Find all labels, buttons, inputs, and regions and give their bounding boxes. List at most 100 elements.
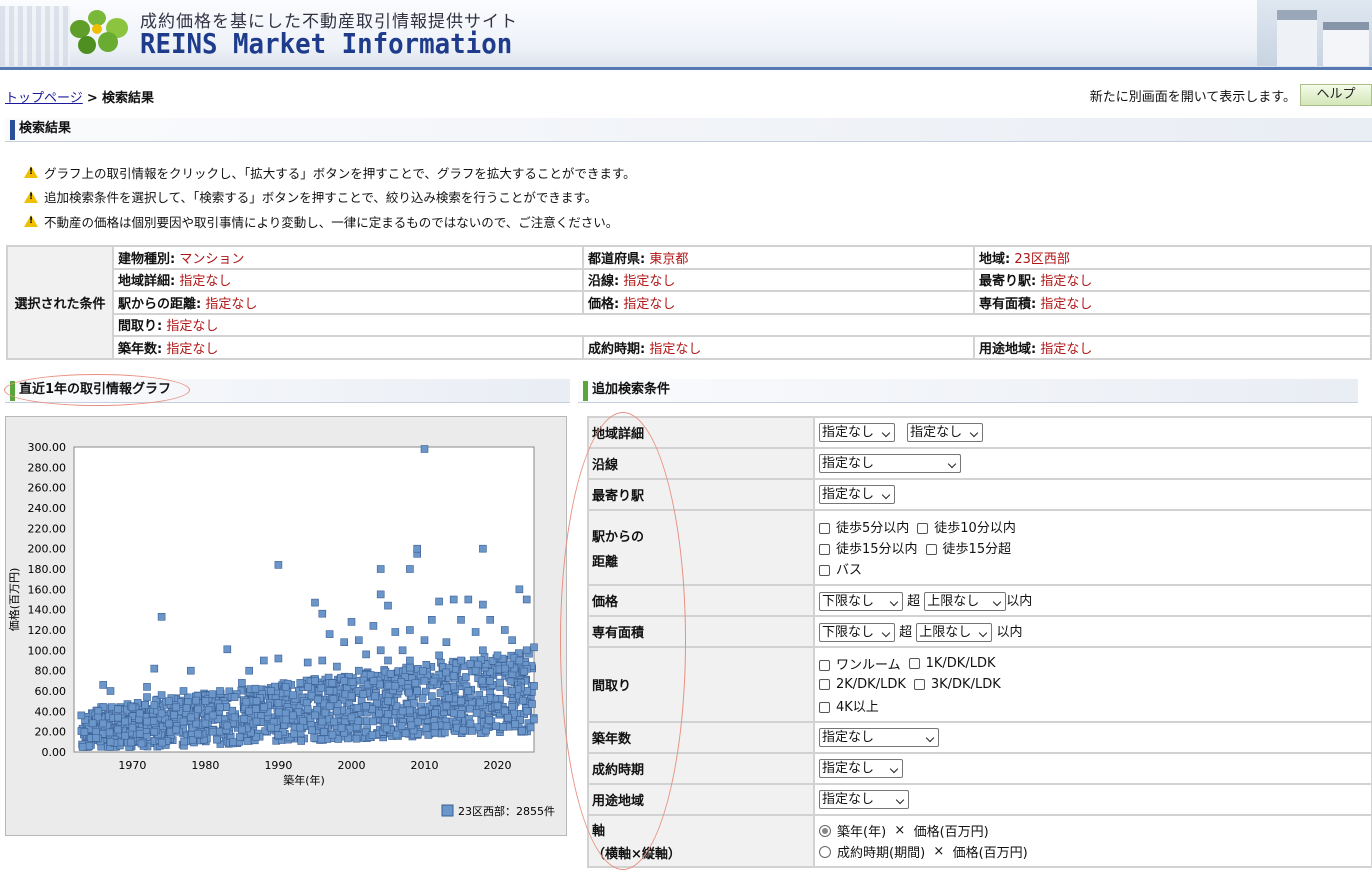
- scatter-point: [252, 697, 261, 706]
- distance-15min-checkbox[interactable]: [819, 544, 830, 555]
- section-header-results: 検索結果: [5, 118, 1372, 142]
- price-upper-select[interactable]: 上限なし: [924, 592, 1007, 611]
- scatter-point: [376, 565, 385, 573]
- age-select[interactable]: 指定なし: [819, 728, 939, 747]
- scatter-point: [325, 687, 334, 695]
- scatter-point: [128, 723, 137, 732]
- site-brand-title[interactable]: REINS Market Information: [140, 27, 512, 60]
- x-tick-label: 1980: [191, 759, 219, 772]
- scatter-chart[interactable]: 0.00 20.00 40.00 60.00 80.00 100.00 120.00 140.…: [6, 417, 568, 837]
- scatter-point: [187, 666, 195, 675]
- layout-2k-checkbox[interactable]: [819, 679, 830, 690]
- scatter-point: [194, 729, 202, 738]
- scatter-point: [320, 728, 328, 736]
- y-tick-label: 40.00: [35, 705, 67, 718]
- scatter-point: [243, 737, 252, 745]
- scatter-point: [504, 713, 512, 722]
- scatter-chart-panel[interactable]: 0.00 20.00 40.00 60.00 80.00 100.00 120.00 140.…: [5, 416, 567, 836]
- scatter-point: [492, 722, 501, 731]
- scatter-point: [85, 742, 94, 750]
- section-title-graph: 直近1年の取引情報グラフ: [19, 382, 172, 397]
- scatter-point: [427, 616, 436, 624]
- scatter-point: [128, 703, 137, 712]
- distance-10min-checkbox[interactable]: [917, 523, 929, 534]
- layout-3k-checkbox[interactable]: [913, 679, 925, 690]
- scatter-point: [464, 595, 473, 604]
- axis-period-price-radio[interactable]: [819, 845, 831, 858]
- reins-logo-icon[interactable]: [70, 10, 132, 56]
- station-select[interactable]: 指定なし: [819, 485, 895, 504]
- distance-5min-checkbox[interactable]: [819, 523, 830, 534]
- contract-period-select[interactable]: 指定なし: [819, 759, 903, 778]
- line-select[interactable]: 指定なし: [819, 454, 961, 473]
- scatter-point: [369, 676, 378, 685]
- scatter-point: [150, 664, 159, 673]
- scatter-point: [368, 731, 377, 739]
- axis-age-price-radio[interactable]: [819, 824, 831, 837]
- layout-4k-checkbox[interactable]: [819, 702, 830, 713]
- scatter-point: [340, 638, 349, 646]
- search-distance-label: 駅からの 距離: [589, 511, 813, 584]
- scatter-point: [486, 676, 495, 685]
- y-tick-label: 280.00: [28, 461, 67, 474]
- scatter-point: [289, 711, 297, 720]
- cond-contract-period: 成約時期: 指定なし: [584, 337, 973, 358]
- distance-bus-checkbox[interactable]: [819, 565, 830, 576]
- scatter-point: [245, 707, 253, 716]
- layout-oneroom-checkbox[interactable]: [819, 660, 830, 671]
- scatter-point: [486, 616, 495, 624]
- scatter-point: [471, 666, 480, 675]
- scatter-point: [449, 595, 458, 604]
- distance-over15-checkbox[interactable]: [925, 544, 937, 555]
- cond-layout: 間取り: 指定なし: [114, 314, 1370, 335]
- scatter-point: [530, 715, 538, 724]
- scatter-point: [228, 706, 237, 715]
- price-lower-select[interactable]: 下限なし: [819, 592, 903, 611]
- x-tick-label: 1970: [118, 759, 146, 772]
- selected-conditions-label: 選択された条件: [8, 247, 112, 358]
- help-button[interactable]: ヘルプ: [1300, 84, 1372, 106]
- y-tick-label: 200.00: [28, 543, 67, 556]
- scatter-point: [519, 696, 528, 705]
- scatter-point: [362, 650, 370, 659]
- zoning-select[interactable]: 指定なし: [819, 790, 909, 809]
- scatter-point: [165, 697, 173, 706]
- scatter-point: [449, 672, 458, 680]
- y-tick-label: 20.00: [35, 726, 67, 739]
- warning-item: 追加検索条件を選択して、「検索する」ボタンを押すことで、絞り込み検索を行うことが…: [24, 185, 636, 210]
- scatter-point: [252, 705, 260, 713]
- breadcrumb-top-link[interactable]: トップページ: [5, 91, 83, 106]
- area-detail-select-1[interactable]: 指定なし: [819, 423, 895, 442]
- cond-zoning: 用途地域: 指定なし: [975, 337, 1370, 358]
- floor-area-lower-select[interactable]: 下限なし: [819, 623, 895, 642]
- scatter-point: [353, 704, 362, 712]
- search-zoning-label: 用途地域: [589, 785, 813, 814]
- scatter-point: [274, 708, 283, 717]
- cond-line: 沿線: 指定なし: [584, 269, 973, 290]
- scatter-point: [304, 682, 313, 691]
- cond-area: 地域: 23区西部: [975, 247, 1370, 268]
- selected-conditions-table: 選択された条件 建物種別: マンション 都道府県: 東京都 地域: 23区西部 …: [6, 245, 1372, 360]
- legend-label: 23区西部：2855件: [458, 804, 555, 818]
- scatter-point: [325, 702, 334, 711]
- scatter-point: [251, 684, 260, 693]
- search-floor-area-label: 専有面積: [589, 617, 813, 646]
- scatter-point: [78, 743, 87, 751]
- scatter-point: [143, 717, 151, 726]
- scatter-point: [354, 636, 363, 644]
- cond-area-detail: 地域詳細: 指定なし: [114, 269, 582, 290]
- y-tick-label: 180.00: [28, 563, 67, 576]
- floor-area-upper-select[interactable]: 上限なし: [916, 623, 993, 642]
- scatter-point: [170, 711, 178, 719]
- search-price-label: 価格: [589, 586, 813, 615]
- area-detail-select-2[interactable]: 指定なし: [907, 423, 984, 442]
- scatter-point: [274, 731, 283, 740]
- scatter-point: [398, 646, 407, 655]
- scatter-point: [340, 676, 349, 685]
- scatter-point: [493, 702, 502, 711]
- scatter-point: [424, 731, 433, 739]
- scatter-point: [413, 544, 422, 553]
- header-building-left-image: [0, 6, 70, 66]
- scatter-point: [406, 663, 414, 672]
- layout-1k-checkbox[interactable]: [908, 658, 920, 669]
